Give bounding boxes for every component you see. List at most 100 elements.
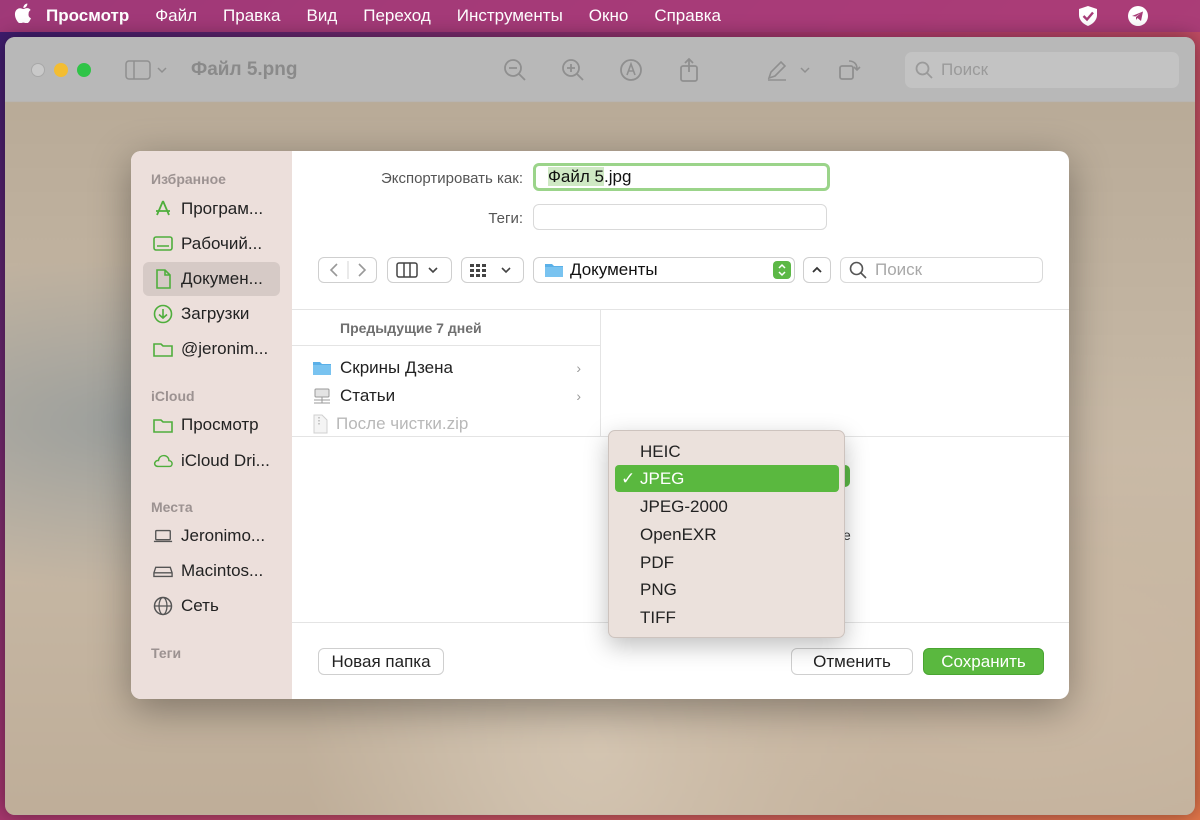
zoom-out-icon[interactable] [500, 55, 530, 85]
folder-icon [313, 362, 331, 375]
chevron-up-icon [812, 266, 822, 273]
filename-input[interactable]: Файл 5.jpg [533, 163, 830, 191]
close-window-button[interactable] [31, 62, 45, 77]
menu-go[interactable]: Переход [363, 6, 431, 26]
dialog-search-field[interactable]: Поиск [840, 257, 1043, 283]
file-column: Предыдущие 7 дней Скрины Дзена › Статьи … [292, 310, 601, 436]
sidebar-header-favorites: Избранное [151, 171, 226, 187]
sidebar-icon [125, 59, 151, 80]
zoom-in-icon[interactable] [558, 55, 588, 85]
cancel-button[interactable]: Отменить [791, 648, 913, 675]
format-option-heic[interactable]: HEIC [615, 438, 839, 465]
format-option-jpeg[interactable]: ✓ JPEG [615, 465, 839, 492]
new-folder-button[interactable]: Новая папка [318, 648, 444, 675]
chevron-right-icon: › [576, 388, 581, 404]
sidebar-item-jeronim[interactable]: @jeronim... [143, 332, 280, 366]
location-select[interactable]: Документы [533, 257, 795, 283]
sidebar-item-macintosh-hd[interactable]: Macintos... [143, 554, 280, 588]
minimize-window-button[interactable] [54, 62, 68, 77]
folder-icon [153, 415, 173, 435]
tags-input[interactable] [533, 204, 827, 230]
menu-edit[interactable]: Правка [223, 6, 280, 26]
share-icon[interactable] [674, 55, 704, 85]
format-option-jpeg-2000[interactable]: JPEG-2000 [615, 493, 839, 520]
sidebar-item-preview[interactable]: Просмотр [143, 408, 280, 442]
sidebar-item-icloud-drive[interactable]: iCloud Dri... [143, 444, 280, 478]
format-option-label: JPEG [640, 469, 685, 488]
dialog-sidebar: Избранное Програм... Рабочий... Докумен.… [131, 151, 292, 699]
apple-menu-icon[interactable] [0, 3, 46, 29]
export-as-label: Экспортировать как: [380, 170, 523, 187]
file-name: Скрины Дзена [340, 358, 453, 377]
sidebar-item-label: Програм... [181, 199, 264, 218]
sidebar-item-label: Сеть [181, 596, 219, 615]
menu-view[interactable]: Вид [306, 6, 337, 26]
telegram-icon[interactable] [1126, 4, 1150, 28]
sidebar-header-icloud: iCloud [151, 388, 195, 404]
shield-check-icon[interactable] [1076, 4, 1100, 28]
sidebar-header-tags: Теги [151, 645, 182, 661]
globe-icon [153, 596, 173, 616]
search-icon [915, 61, 933, 79]
group-mode-button[interactable] [461, 257, 524, 283]
checkmark-icon: ✓ [621, 469, 636, 488]
sidebar-item-jeronimo-mac[interactable]: Jeronimo... [143, 519, 280, 553]
rotate-icon[interactable] [834, 55, 864, 85]
document-icon [153, 269, 173, 289]
pen-icon[interactable] [762, 55, 792, 85]
search-icon [849, 261, 867, 279]
cloud-icon [153, 451, 173, 471]
save-button[interactable]: Сохранить [923, 648, 1044, 675]
chevron-right-icon: › [576, 360, 581, 376]
file-row-zip: После чистки.zip [312, 410, 587, 438]
menu-window[interactable]: Окно [589, 6, 629, 26]
file-row-articles[interactable]: Статьи › [312, 382, 587, 410]
menu-bar: Просмотр Файл Правка Вид Переход Инструм… [0, 0, 1200, 32]
format-dropdown-menu: HEIC ✓ JPEG JPEG-2000 OpenEXR PDF PNG TI… [608, 430, 845, 638]
sidebar-item-applications[interactable]: Програм... [143, 192, 280, 226]
window-titlebar: Файл 5.png Поиск [5, 37, 1195, 102]
zoom-window-button[interactable] [77, 62, 91, 77]
sidebar-item-label: Просмотр [181, 415, 259, 434]
sidebar-header-places: Места [151, 499, 193, 515]
file-row-screens[interactable]: Скрины Дзена › [312, 354, 587, 382]
apps-icon [153, 199, 173, 219]
sidebar-item-label: Jeronimo... [181, 526, 266, 545]
menu-file[interactable]: Файл [155, 6, 197, 26]
sidebar-item-label: iCloud Dri... [181, 451, 270, 470]
markup-icon[interactable] [616, 55, 646, 85]
window-search-field[interactable]: Поиск [905, 52, 1179, 88]
folder-icon [153, 339, 173, 359]
menu-app-preview[interactable]: Просмотр [46, 6, 129, 26]
back-forward-buttons[interactable] [318, 257, 377, 283]
filename-stem: Файл 5 [548, 167, 604, 186]
sidebar-item-label: Macintos... [181, 561, 264, 580]
menu-help[interactable]: Справка [654, 6, 721, 26]
zip-icon [313, 414, 328, 434]
menu-tools[interactable]: Инструменты [457, 6, 563, 26]
window-title: Файл 5.png [191, 58, 298, 80]
format-option-tiff[interactable]: TIFF [615, 604, 839, 631]
format-option-openexr[interactable]: OpenEXR [615, 521, 839, 548]
export-dialog: Избранное Програм... Рабочий... Докумен.… [131, 151, 1069, 699]
sidebar-item-downloads[interactable]: Загрузки [143, 297, 280, 331]
sidebar-item-label: Докумен... [181, 269, 263, 288]
collapse-button[interactable] [803, 257, 831, 283]
sidebar-item-desktop[interactable]: Рабочий... [143, 227, 280, 261]
filename-extension: .jpg [603, 167, 632, 186]
server-folder-icon [314, 388, 330, 404]
format-option-png[interactable]: PNG [615, 576, 839, 603]
file-browser: Предыдущие 7 дней Скрины Дзена › Статьи … [292, 309, 1069, 437]
tags-label: Теги: [488, 210, 523, 227]
sidebar-item-label: @jeronim... [181, 339, 269, 358]
view-mode-button[interactable] [387, 257, 452, 283]
sidebar-item-network[interactable]: Сеть [143, 589, 280, 623]
sidebar-item-documents[interactable]: Докумен... [143, 262, 280, 296]
dialog-search-placeholder: Поиск [875, 260, 923, 279]
window-search-placeholder: Поиск [941, 60, 989, 79]
disk-icon [153, 561, 173, 581]
sidebar-toggle-button[interactable] [125, 59, 167, 80]
sidebar-item-label: Рабочий... [181, 234, 263, 253]
format-option-pdf[interactable]: PDF [615, 549, 839, 576]
chevron-down-icon[interactable] [796, 55, 814, 85]
